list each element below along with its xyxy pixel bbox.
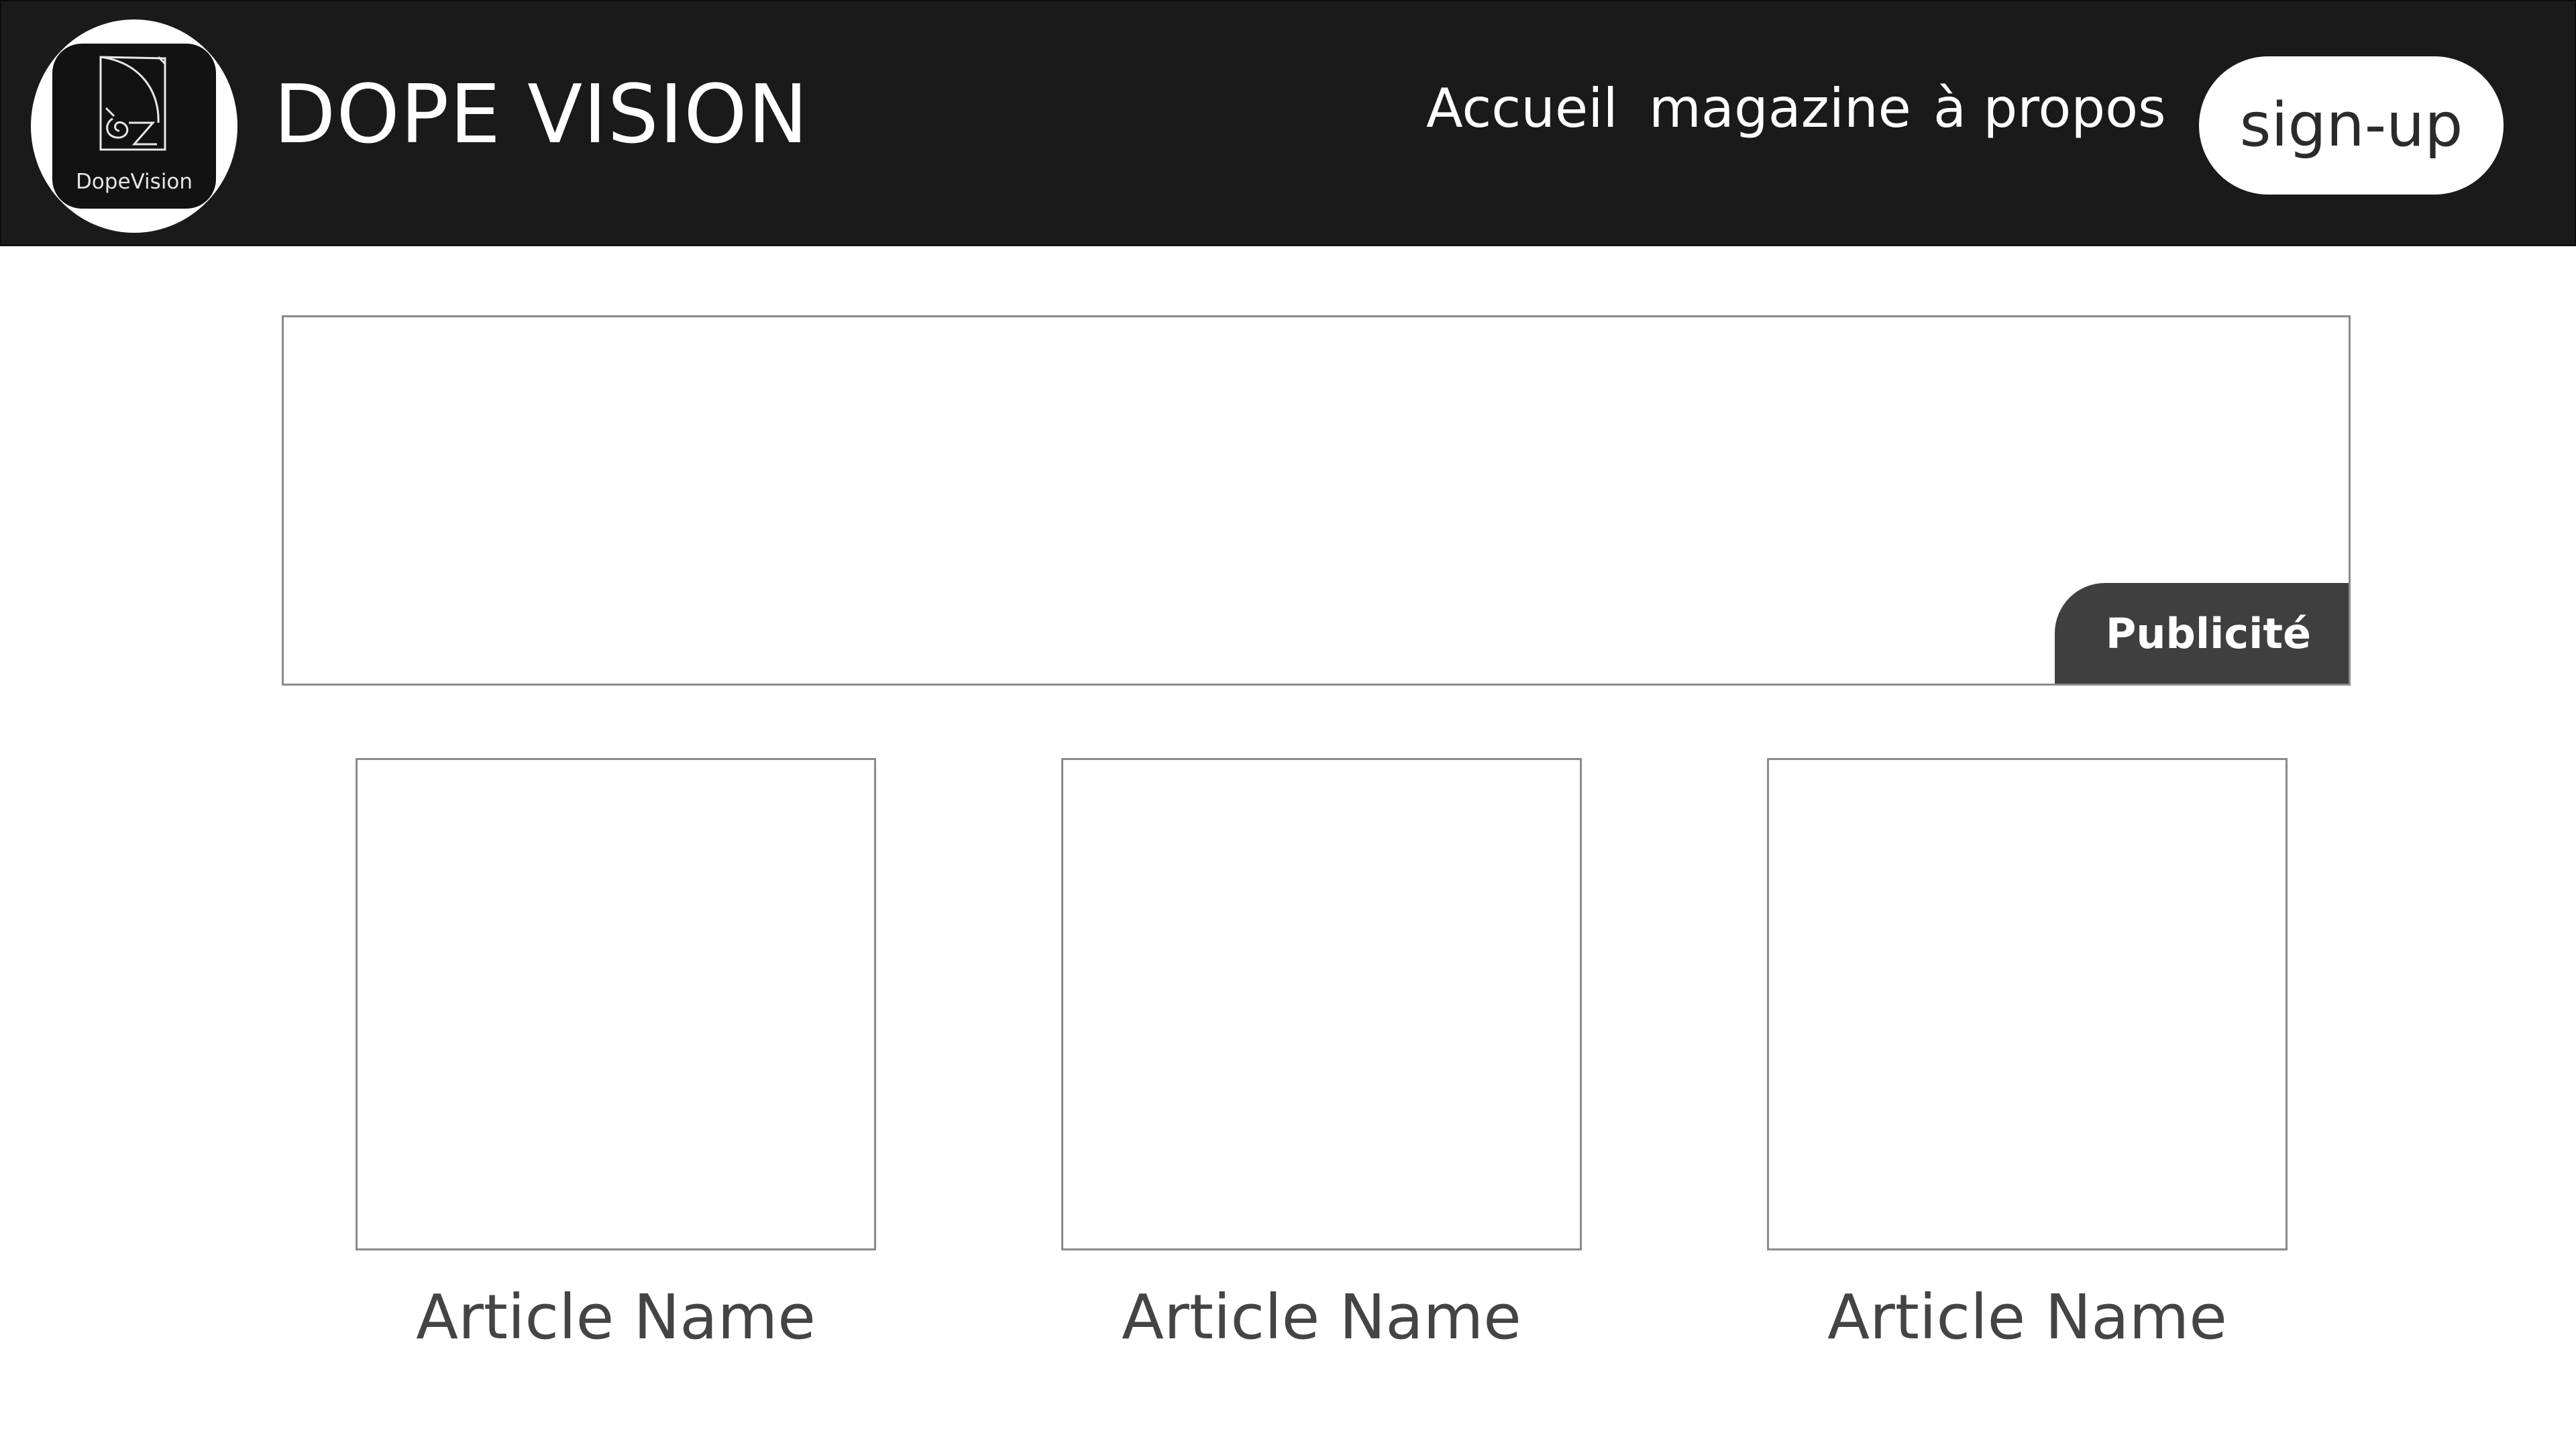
- dopevision-logo-icon: DopeVision: [52, 44, 216, 209]
- article-image[interactable]: [1061, 758, 1582, 1250]
- site-header: DopeVision DOPE VISION Accueil magazine …: [0, 0, 2576, 246]
- nav-link-a-propos[interactable]: à propos: [1933, 82, 2166, 136]
- ad-label: Publicité: [2055, 583, 2349, 684]
- nav-link-magazine[interactable]: magazine: [1649, 82, 1911, 136]
- article-title[interactable]: Article Name: [1061, 1287, 1582, 1348]
- article-image[interactable]: [356, 758, 876, 1250]
- logo-wordmark: DopeVision: [75, 170, 193, 194]
- signup-button[interactable]: sign-up: [2199, 56, 2504, 195]
- article-title[interactable]: Article Name: [356, 1287, 876, 1348]
- logo[interactable]: DopeVision: [31, 19, 237, 233]
- article-image[interactable]: [1767, 758, 2288, 1250]
- nav-link-accueil[interactable]: Accueil: [1426, 82, 1618, 136]
- site-title: DOPE VISION: [274, 68, 809, 162]
- article-title[interactable]: Article Name: [1767, 1287, 2288, 1348]
- ad-banner[interactable]: Publicité: [282, 315, 2351, 686]
